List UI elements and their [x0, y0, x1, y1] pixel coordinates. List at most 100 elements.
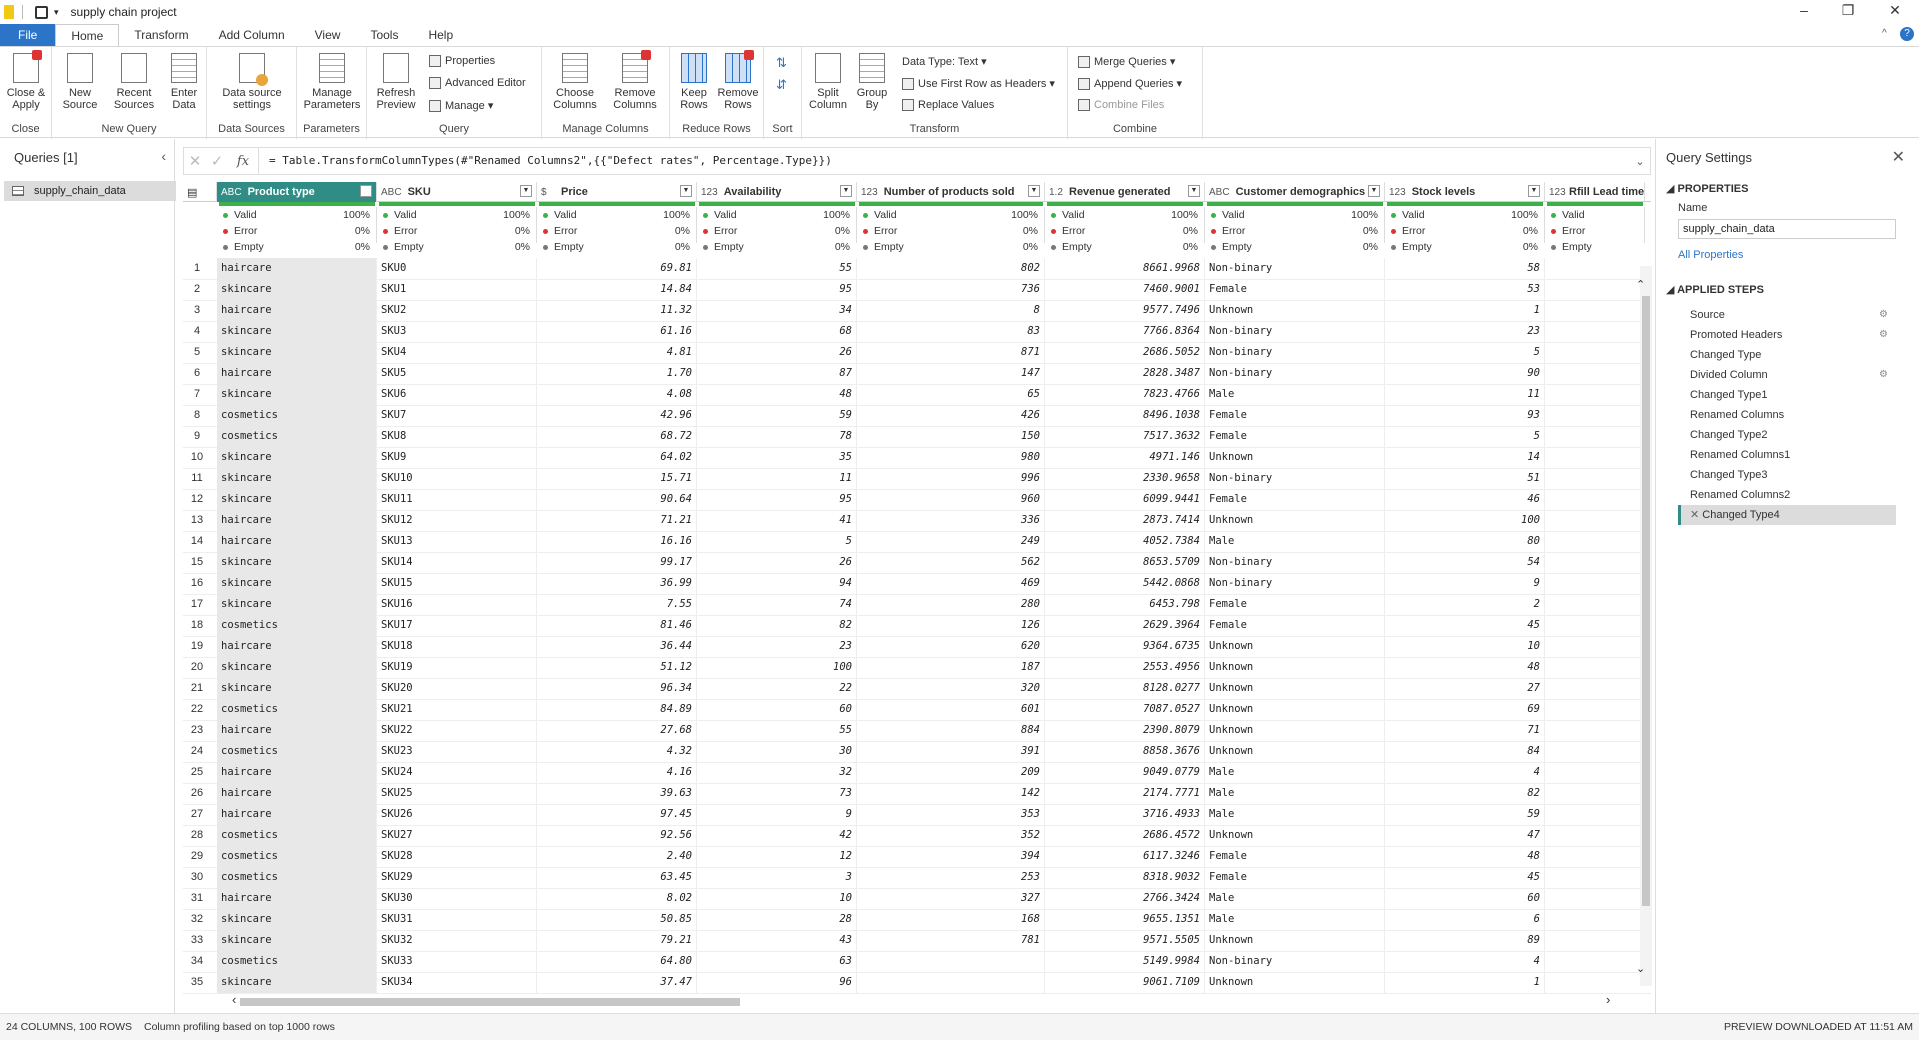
table-cell[interactable]: 6099.9441: [1045, 489, 1205, 510]
table-cell[interactable]: 2766.3424: [1045, 888, 1205, 909]
table-cell[interactable]: 4.32: [537, 741, 697, 762]
table-cell[interactable]: 81.46: [537, 615, 697, 636]
table-cell[interactable]: 8128.0277: [1045, 678, 1205, 699]
table-cell[interactable]: cosmetics: [217, 846, 377, 867]
table-cell[interactable]: 74: [697, 594, 857, 615]
table-cell[interactable]: 78: [697, 426, 857, 447]
table-cell[interactable]: 6: [1385, 909, 1545, 930]
row-number[interactable]: 9: [183, 426, 211, 447]
remove-columns-button[interactable]: Remove Columns: [606, 50, 664, 111]
table-cell[interactable]: cosmetics: [217, 741, 377, 762]
table-cell[interactable]: 95: [697, 489, 857, 510]
table-cell[interactable]: 51: [1385, 468, 1545, 489]
table-cell[interactable]: 147: [857, 363, 1045, 384]
table-cell[interactable]: Non-binary: [1205, 468, 1385, 489]
table-cell[interactable]: haircare: [217, 783, 377, 804]
table-cell[interactable]: 2873.7414: [1045, 510, 1205, 531]
row-number[interactable]: 26: [183, 783, 211, 804]
table-cell[interactable]: SKU15: [377, 573, 537, 594]
table-cell[interactable]: 4: [1385, 951, 1545, 972]
table-cell[interactable]: SKU1: [377, 279, 537, 300]
table-cell[interactable]: SKU7: [377, 405, 537, 426]
table-cell[interactable]: 80: [1385, 531, 1545, 552]
cancel-formula-icon[interactable]: ✕: [184, 152, 206, 170]
applied-step[interactable]: Renamed Columns: [1678, 405, 1896, 425]
row-number[interactable]: 31: [183, 888, 211, 909]
table-cell[interactable]: 2686.5052: [1045, 342, 1205, 363]
table-cell[interactable]: 4971.146: [1045, 447, 1205, 468]
data-type-icon[interactable]: 123: [861, 187, 878, 198]
table-cell[interactable]: skincare: [217, 468, 377, 489]
table-cell[interactable]: 5: [697, 531, 857, 552]
query-item[interactable]: supply_chain_data: [4, 181, 176, 201]
row-number[interactable]: 10: [183, 447, 211, 468]
choose-columns-button[interactable]: Choose Columns: [548, 53, 602, 111]
restore-icon[interactable]: ❐: [1838, 2, 1858, 19]
table-cell[interactable]: 99.17: [537, 552, 697, 573]
data-type-icon[interactable]: $: [541, 187, 555, 198]
table-cell[interactable]: 12: [697, 846, 857, 867]
table-cell[interactable]: SKU33: [377, 951, 537, 972]
table-cell[interactable]: SKU19: [377, 657, 537, 678]
table-cell[interactable]: Female: [1205, 615, 1385, 636]
applied-step[interactable]: Renamed Columns2: [1678, 485, 1896, 505]
table-cell[interactable]: 2390.8079: [1045, 720, 1205, 741]
table-cell[interactable]: 45: [1385, 615, 1545, 636]
table-cell[interactable]: 100: [1385, 510, 1545, 531]
table-cell[interactable]: 253: [857, 867, 1045, 888]
table-cell[interactable]: SKU22: [377, 720, 537, 741]
table-cell[interactable]: 27: [1385, 678, 1545, 699]
table-cell[interactable]: 26: [697, 342, 857, 363]
manage-parameters-button[interactable]: Manage Parameters: [301, 53, 363, 111]
table-cell[interactable]: SKU12: [377, 510, 537, 531]
table-cell[interactable]: skincare: [217, 594, 377, 615]
table-cell[interactable]: 84: [1385, 741, 1545, 762]
column-header[interactable]: ABC Customer demographics ▼: [1205, 182, 1385, 202]
table-cell[interactable]: 28: [697, 909, 857, 930]
table-cell[interactable]: 601: [857, 699, 1045, 720]
horizontal-scrollbar[interactable]: [230, 996, 1650, 1006]
table-cell[interactable]: haircare: [217, 300, 377, 321]
table-menu-icon[interactable]: ▤: [183, 182, 217, 202]
table-cell[interactable]: 69: [1385, 699, 1545, 720]
table-cell[interactable]: [857, 951, 1045, 972]
combine-files-button[interactable]: Combine Files: [1078, 99, 1164, 111]
table-cell[interactable]: 37.47: [537, 972, 697, 993]
data-type-icon[interactable]: ABC: [381, 187, 402, 198]
table-cell[interactable]: 14.84: [537, 279, 697, 300]
table-cell[interactable]: 59: [697, 405, 857, 426]
table-cell[interactable]: SKU10: [377, 468, 537, 489]
query-name-input[interactable]: supply_chain_data: [1678, 219, 1896, 239]
table-cell[interactable]: 51.12: [537, 657, 697, 678]
table-cell[interactable]: 9: [697, 804, 857, 825]
table-cell[interactable]: 620: [857, 636, 1045, 657]
tab-transform[interactable]: Transform: [119, 24, 203, 46]
group-by-button[interactable]: Group By: [854, 53, 890, 111]
table-cell[interactable]: 2828.3487: [1045, 363, 1205, 384]
table-cell[interactable]: 95: [697, 279, 857, 300]
replace-values-button[interactable]: Replace Values: [902, 99, 994, 111]
table-cell[interactable]: SKU24: [377, 762, 537, 783]
table-cell[interactable]: 92.56: [537, 825, 697, 846]
table-cell[interactable]: 187: [857, 657, 1045, 678]
row-number[interactable]: 18: [183, 615, 211, 636]
use-first-row-headers-button[interactable]: Use First Row as Headers ▾: [902, 77, 1055, 90]
row-number[interactable]: 33: [183, 930, 211, 951]
table-cell[interactable]: haircare: [217, 720, 377, 741]
table-cell[interactable]: 11.32: [537, 300, 697, 321]
table-cell[interactable]: SKU13: [377, 531, 537, 552]
table-cell[interactable]: 9364.6735: [1045, 636, 1205, 657]
table-cell[interactable]: SKU6: [377, 384, 537, 405]
table-cell[interactable]: 327: [857, 888, 1045, 909]
table-cell[interactable]: 3: [697, 867, 857, 888]
formula-input[interactable]: = Table.TransformColumnTypes(#"Renamed C…: [258, 148, 1630, 174]
gear-icon[interactable]: ⚙: [1879, 305, 1888, 325]
table-cell[interactable]: 8653.5709: [1045, 552, 1205, 573]
table-cell[interactable]: 4.16: [537, 762, 697, 783]
row-number[interactable]: 3: [183, 300, 211, 321]
table-cell[interactable]: haircare: [217, 804, 377, 825]
table-cell[interactable]: 9571.5505: [1045, 930, 1205, 951]
table-cell[interactable]: 41: [697, 510, 857, 531]
applied-step[interactable]: Divided Column ⚙: [1678, 365, 1896, 385]
row-number[interactable]: 20: [183, 657, 211, 678]
